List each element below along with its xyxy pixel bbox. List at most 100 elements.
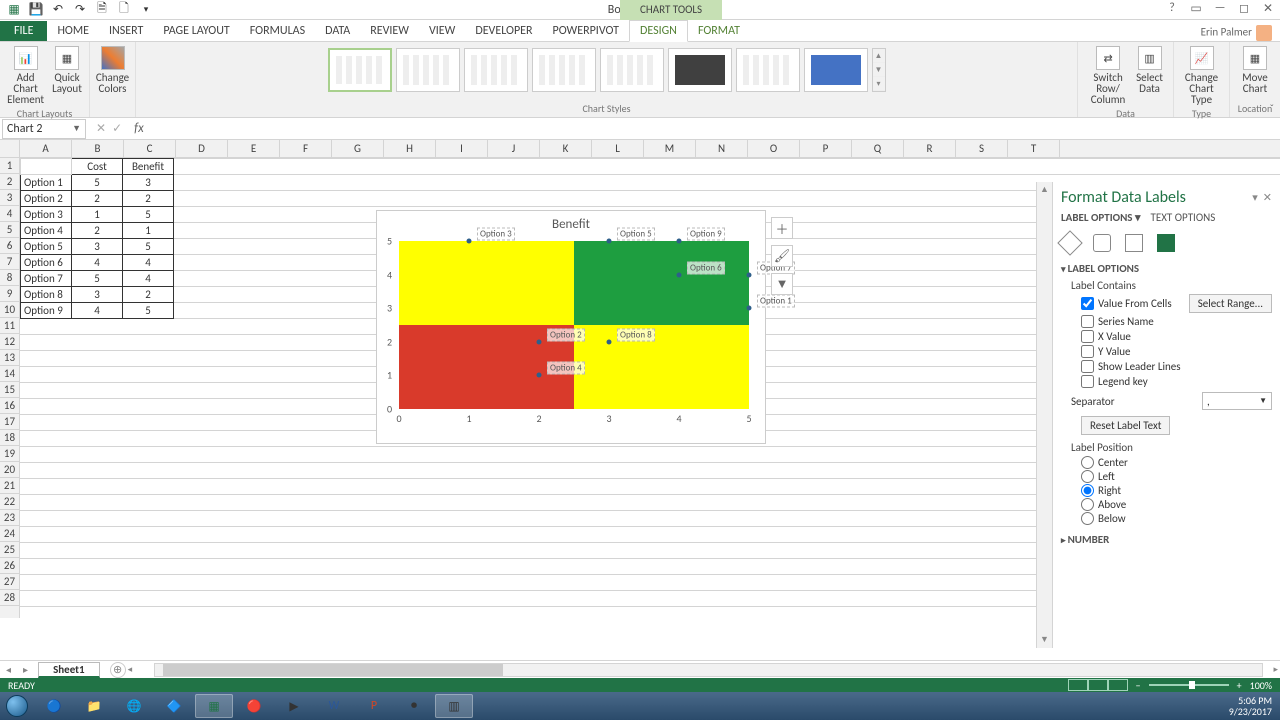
sheet-nav-prev[interactable]: ◂	[0, 663, 17, 676]
chk-leader-lines[interactable]: Show Leader Lines	[1081, 360, 1272, 373]
start-button[interactable]	[0, 692, 34, 720]
tab-text-options[interactable]: TEXT OPTIONS	[1150, 211, 1215, 224]
embedded-chart[interactable]: Benefit 012345012345Option 1Option 2Opti…	[376, 210, 766, 444]
tab-page-layout[interactable]: PAGE LAYOUT	[153, 21, 239, 41]
chart-data-point[interactable]	[607, 339, 612, 344]
column-header[interactable]: C	[124, 140, 176, 157]
chk-legend-key[interactable]: Legend key	[1081, 375, 1272, 388]
row-header[interactable]: 7	[0, 254, 19, 270]
qat-customize-icon[interactable]: ▾	[138, 2, 154, 18]
chart-style-5[interactable]	[600, 48, 664, 92]
row-header[interactable]: 4	[0, 206, 19, 222]
tab-developer[interactable]: DEVELOPER	[465, 21, 542, 41]
sheet-tab-sheet1[interactable]: Sheet1	[38, 662, 100, 678]
change-colors-button[interactable]: Change Colors	[92, 44, 133, 96]
vertical-scrollbar[interactable]: ▲ ▼	[1036, 182, 1052, 648]
sheet-nav-next[interactable]: ▸	[17, 663, 34, 676]
quick-layout-button[interactable]: ▦Quick Layout	[48, 44, 86, 107]
zoom-out-button[interactable]: −	[1136, 679, 1141, 692]
system-tray[interactable]: 5:06 PM9/23/2017	[1229, 695, 1280, 717]
chart-style-6[interactable]	[668, 48, 732, 92]
chart-data-label[interactable]: Option 9	[687, 228, 725, 241]
radio-left[interactable]: Left	[1081, 470, 1272, 483]
add-chart-element-button[interactable]: 📊Add Chart Element	[3, 44, 48, 107]
row-header[interactable]: 11	[0, 318, 19, 334]
zoom-slider[interactable]	[1149, 684, 1229, 686]
column-header[interactable]: R	[904, 140, 956, 157]
save-icon[interactable]: 💾	[28, 2, 44, 18]
row-header[interactable]: 17	[0, 414, 19, 430]
column-header[interactable]: H	[384, 140, 436, 157]
row-header[interactable]: 24	[0, 526, 19, 542]
tab-design[interactable]: DESIGN	[629, 20, 688, 42]
view-page-break-button[interactable]	[1108, 679, 1128, 691]
section-label-options[interactable]: LABEL OPTIONS	[1061, 262, 1272, 275]
row-header[interactable]: 13	[0, 350, 19, 366]
taskbar-word-icon[interactable]: W	[315, 694, 353, 718]
new-icon[interactable]: 🗋	[116, 2, 132, 18]
chk-series-name[interactable]: Series Name	[1081, 315, 1272, 328]
tab-insert[interactable]: INSERT	[99, 21, 153, 41]
zoom-level[interactable]: 100%	[1250, 679, 1272, 692]
chart-data-label[interactable]: Option 2	[547, 328, 585, 341]
pane-dropdown-icon[interactable]: ▾	[1252, 191, 1258, 204]
user-name[interactable]: Erin Palmer	[1201, 25, 1272, 41]
chart-filters-button[interactable]: ▼	[771, 273, 793, 295]
chk-x-value[interactable]: X Value	[1081, 330, 1272, 343]
chart-data-label[interactable]: Option 1	[757, 295, 795, 308]
row-header[interactable]: 8	[0, 270, 19, 286]
column-header[interactable]: G	[332, 140, 384, 157]
taskbar-app2-icon[interactable]: ▥	[435, 694, 473, 718]
tab-data[interactable]: DATA	[315, 21, 360, 41]
taskbar-media-player-icon[interactable]: 🔵	[35, 694, 73, 718]
radio-center[interactable]: Center	[1081, 456, 1272, 469]
row-header[interactable]: 23	[0, 510, 19, 526]
ribbon-display-icon[interactable]: ▭	[1188, 0, 1204, 16]
view-page-layout-button[interactable]	[1088, 679, 1108, 691]
chart-styles-scroll[interactable]: ▲▼▾	[872, 48, 886, 92]
taskbar-record-icon[interactable]: ⏺	[395, 694, 433, 718]
column-header[interactable]: Q	[852, 140, 904, 157]
chart-style-2[interactable]	[396, 48, 460, 92]
tab-home[interactable]: HOME	[47, 21, 99, 41]
column-header[interactable]: D	[176, 140, 228, 157]
size-properties-icon[interactable]	[1125, 234, 1143, 252]
column-header[interactable]: P	[800, 140, 852, 157]
chart-data-label[interactable]: Option 4	[547, 362, 585, 375]
select-data-button[interactable]: ▥Select Data	[1132, 44, 1167, 107]
chart-style-7[interactable]	[736, 48, 800, 92]
taskbar-app-icon[interactable]: ▶	[275, 694, 313, 718]
row-header[interactable]: 26	[0, 558, 19, 574]
row-header[interactable]: 19	[0, 446, 19, 462]
row-header[interactable]: 27	[0, 574, 19, 590]
tab-view[interactable]: VIEW	[419, 21, 465, 41]
chart-styles-button[interactable]: 🖌	[771, 245, 793, 267]
column-header[interactable]: M	[644, 140, 696, 157]
hscroll-left-icon[interactable]: ◂	[126, 664, 135, 675]
label-options-icon[interactable]	[1157, 234, 1175, 252]
chart-elements-button[interactable]: ＋	[771, 217, 793, 239]
radio-above[interactable]: Above	[1081, 498, 1272, 511]
chart-data-point[interactable]	[677, 272, 682, 277]
tab-file[interactable]: FILE	[0, 21, 47, 41]
row-header[interactable]: 12	[0, 334, 19, 350]
column-header[interactable]: F	[280, 140, 332, 157]
column-header[interactable]: A	[20, 140, 72, 157]
row-header[interactable]: 14	[0, 366, 19, 382]
pane-close-icon[interactable]: ✕	[1263, 191, 1272, 204]
column-header[interactable]: B	[72, 140, 124, 157]
tab-powerpivot[interactable]: POWERPIVOT	[543, 21, 629, 41]
tab-format[interactable]: FORMAT	[688, 21, 750, 41]
row-header[interactable]: 18	[0, 430, 19, 446]
add-sheet-button[interactable]: ⊕	[110, 662, 126, 678]
chart-data-point[interactable]	[467, 239, 472, 244]
reset-label-text-button[interactable]: Reset Label Text	[1081, 416, 1170, 435]
column-header[interactable]: T	[1008, 140, 1060, 157]
row-header[interactable]: 9	[0, 286, 19, 302]
taskbar-excel-icon[interactable]: ▦	[195, 694, 233, 718]
chk-y-value[interactable]: Y Value	[1081, 345, 1272, 358]
collapse-ribbon-icon[interactable]: ˇ	[1270, 102, 1274, 115]
formula-input[interactable]	[144, 119, 1280, 139]
row-header[interactable]: 1	[0, 158, 19, 174]
column-header[interactable]: O	[748, 140, 800, 157]
